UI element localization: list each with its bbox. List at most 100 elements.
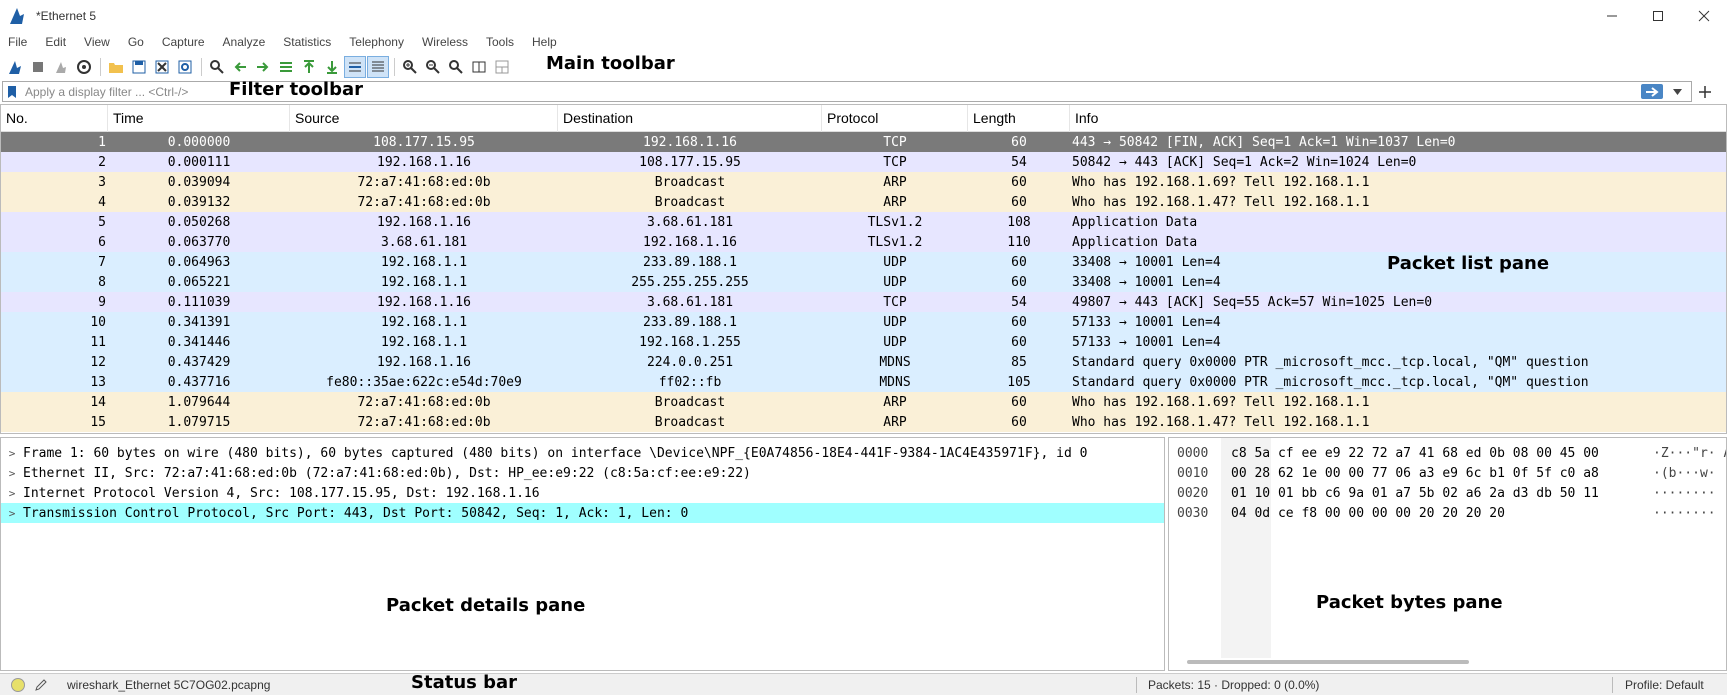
forward-arrow-icon [257, 62, 269, 72]
zoom-in-button[interactable] [399, 56, 421, 78]
packet-protocol: UDP [883, 334, 907, 350]
apply-filter-button[interactable] [1641, 84, 1663, 99]
column-header-length[interactable]: Length [968, 105, 1070, 132]
bytes-hex[interactable]: 01 10 01 bb c6 9a 01 a7 5b 02 a6 2a d3 d… [1231, 486, 1653, 501]
bytes-row[interactable]: 0020 01 10 01 bb c6 9a 01 a7 5b 02 a6 2a… [1177, 483, 1726, 503]
packet-row[interactable]: 11 0.341446 192.168.1.1 192.168.1.255 UDP 60 5… [1, 332, 1726, 352]
menu-view[interactable]: View [84, 35, 110, 49]
bytes-row[interactable]: 0010 00 28 62 1e 00 00 77 06 a3 e9 6c b1… [1177, 463, 1726, 483]
expand-chevron-icon[interactable]: > [1, 447, 23, 460]
column-header-info[interactable]: Info [1070, 105, 1726, 132]
menu-wireless[interactable]: Wireless [422, 35, 468, 49]
colorize-button[interactable] [367, 56, 389, 78]
menu-edit[interactable]: Edit [45, 35, 66, 49]
column-header-no[interactable]: No. [1, 105, 108, 132]
expert-info-led-icon[interactable] [11, 677, 25, 692]
restart-capture-button[interactable] [50, 56, 72, 78]
bytes-ascii[interactable]: ········ [1653, 506, 1726, 521]
bytes-horizontal-scrollbar[interactable] [1187, 660, 1469, 664]
main-toolbar [0, 54, 1727, 80]
bytes-row[interactable]: 0000 c8 5a cf ee e9 22 72 a7 41 68 ed 0b… [1177, 443, 1726, 463]
detail-row-tcp[interactable]: > Transmission Control Protocol, Src Por… [1, 503, 1164, 523]
column-header-protocol[interactable]: Protocol [822, 105, 968, 132]
last-packet-button[interactable] [321, 56, 343, 78]
packet-row[interactable]: 4 0.039132 72:a7:41:68:ed:0b Broadcast ARP 60… [1, 192, 1726, 212]
zoom-reset-button[interactable] [445, 56, 467, 78]
capture-options-button[interactable] [73, 56, 95, 78]
packet-row[interactable]: 3 0.039094 72:a7:41:68:ed:0b Broadcast ARP 60… [1, 172, 1726, 192]
menu-file[interactable]: File [8, 35, 27, 49]
bytes-ascii[interactable]: ·Z···"r· A [1653, 446, 1726, 461]
minimize-button[interactable] [1589, 0, 1635, 32]
packet-row[interactable]: 14 1.079644 72:a7:41:68:ed:0b Broadcast ARP 6… [1, 392, 1726, 412]
go-back-button[interactable] [229, 56, 251, 78]
capture-comment-button[interactable] [33, 677, 49, 693]
first-packet-button[interactable] [298, 56, 320, 78]
packet-source: 72:a7:41:68:ed:0b [357, 414, 491, 430]
menu-go[interactable]: Go [128, 35, 144, 49]
start-capture-button[interactable] [4, 56, 26, 78]
stop-icon [33, 62, 43, 72]
menu-telephony[interactable]: Telephony [349, 35, 404, 49]
packet-destination: ff02::fb [658, 374, 722, 390]
expand-chevron-icon[interactable]: > [1, 467, 23, 480]
packet-row[interactable]: 12 0.437429 192.168.1.16 224.0.0.251 MDNS 85 S… [1, 352, 1726, 372]
expand-chevron-icon[interactable]: > [1, 507, 23, 520]
menu-capture[interactable]: Capture [162, 35, 205, 49]
bytes-ascii[interactable]: ·(b···w· [1653, 466, 1726, 481]
autoscroll-button[interactable] [344, 56, 366, 78]
column-header-source[interactable]: Source [290, 105, 558, 132]
column-header-destination[interactable]: Destination [558, 105, 822, 132]
packet-row[interactable]: 1 0.000000 108.177.15.95 192.168.1.16 TCP 60 4… [1, 132, 1726, 152]
bytes-hex[interactable]: 04 0d ce f8 00 00 00 00 20 20 20 20 [1231, 506, 1653, 521]
bytes-row[interactable]: 0030 04 0d ce f8 00 00 00 00 20 20 20 20… [1177, 503, 1726, 523]
menu-tools[interactable]: Tools [486, 35, 514, 49]
bytes-hex[interactable]: c8 5a cf ee e9 22 72 a7 41 68 ed 0b 08 0… [1231, 446, 1653, 461]
goto-packet-button[interactable] [275, 56, 297, 78]
status-bar: wireshark_Ethernet 5C7OG02.pcapng Packet… [0, 673, 1727, 695]
filter-history-dropdown[interactable] [1669, 84, 1685, 99]
packet-row[interactable]: 9 0.111039 192.168.1.16 3.68.61.181 TCP 54 498… [1, 292, 1726, 312]
find-packet-button[interactable] [206, 56, 228, 78]
packet-row[interactable]: 5 0.050268 192.168.1.16 3.68.61.181 TLSv1.2 1… [1, 212, 1726, 232]
packet-no: 6 [98, 234, 106, 250]
packet-row[interactable]: 15 1.079715 72:a7:41:68:ed:0b Broadcast ARP 6… [1, 412, 1726, 432]
stop-capture-button[interactable] [27, 56, 49, 78]
packet-destination: Broadcast [654, 194, 726, 210]
filter-bookmark-button[interactable] [3, 82, 21, 101]
detail-row-frame[interactable]: > Frame 1: 60 bytes on wire (480 bits), … [1, 443, 1164, 463]
go-forward-button[interactable] [252, 56, 274, 78]
bytes-hex[interactable]: 00 28 62 1e 00 00 77 06 a3 e9 6c b1 0f 5… [1231, 466, 1653, 481]
reload-file-button[interactable] [174, 56, 196, 78]
add-filter-button[interactable] [1695, 81, 1715, 102]
packet-length: 60 [1011, 174, 1027, 190]
packet-rows: 1 0.000000 108.177.15.95 192.168.1.16 TCP 60 4… [1, 132, 1726, 432]
packet-protocol: UDP [883, 274, 907, 290]
open-file-button[interactable] [105, 56, 127, 78]
save-file-button[interactable] [128, 56, 150, 78]
expand-chevron-icon[interactable]: > [1, 487, 23, 500]
menu-statistics[interactable]: Statistics [283, 35, 331, 49]
toolbar-separator [394, 58, 395, 76]
zoom-out-button[interactable] [422, 56, 444, 78]
detail-row-ipv4[interactable]: > Internet Protocol Version 4, Src: 108.… [1, 483, 1164, 503]
menu-analyze[interactable]: Analyze [223, 35, 266, 49]
close-file-button[interactable] [151, 56, 173, 78]
packet-row[interactable]: 10 0.341391 192.168.1.1 233.89.188.1 UDP 60 57… [1, 312, 1726, 332]
packet-row[interactable]: 8 0.065221 192.168.1.1 255.255.255.255 UDP 60… [1, 272, 1726, 292]
resize-columns-button[interactable] [468, 56, 490, 78]
status-profile[interactable]: Profile: Default [1625, 678, 1704, 692]
packet-row[interactable]: 6 0.063770 3.68.61.181 192.168.1.16 TLSv1.2 1… [1, 232, 1726, 252]
packet-length: 60 [1011, 394, 1027, 410]
maximize-button[interactable] [1635, 0, 1681, 32]
menu-help[interactable]: Help [532, 35, 557, 49]
packet-row[interactable]: 2 0.000111 192.168.1.16 108.177.15.95 TCP 54 5… [1, 152, 1726, 172]
close-button[interactable] [1681, 0, 1727, 32]
packet-row[interactable]: 13 0.437716 fe80::35ae:622c:e54d:70e9 ff02:… [1, 372, 1726, 392]
column-header-time[interactable]: Time [108, 105, 290, 132]
minimize-icon [1607, 15, 1617, 17]
packet-length: 60 [1011, 334, 1027, 350]
bytes-ascii[interactable]: ········ [1653, 486, 1726, 501]
detail-row-ethernet[interactable]: > Ethernet II, Src: 72:a7:41:68:ed:0b (7… [1, 463, 1164, 483]
layout-button[interactable] [491, 56, 513, 78]
